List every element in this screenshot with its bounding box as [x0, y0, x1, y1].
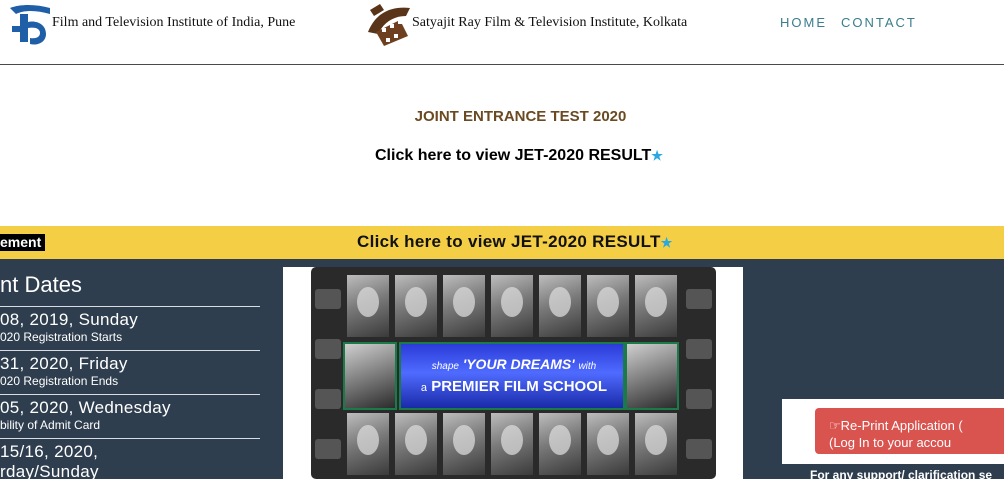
date-value-cont: rday/Sunday	[0, 462, 99, 479]
date-value: 05, 2020, Wednesday	[0, 398, 171, 417]
nav-contact-link[interactable]: CONTACT	[841, 15, 917, 30]
jet-result-link-text: Click here to view JET-2020 RESULT	[375, 147, 652, 164]
portrait-photo	[491, 413, 533, 475]
date-value: 31, 2020, Friday	[0, 354, 128, 373]
reprint-application-button[interactable]: ☞Re-Print Application ( (Log In to your …	[815, 408, 1004, 454]
reprint-label-1: Re-Print Application (	[840, 417, 963, 433]
reprint-label-2: (Log In to your accou	[829, 434, 952, 450]
date-event: 020 Registration Starts	[0, 330, 123, 344]
star-icon: ★	[651, 148, 663, 163]
sprocket	[686, 389, 712, 409]
portrait-photo	[347, 275, 389, 337]
institute-name-srfti: Satyajit Ray Film & Television Institute…	[412, 15, 688, 30]
slogan-line-2: a PREMIER FILM SCHOOL	[420, 378, 608, 395]
sprocket	[686, 339, 712, 359]
date-value: 08, 2019, Sunday	[0, 310, 139, 329]
date-item: 05, 2020, Wednesday bility of Admit Card	[0, 394, 260, 432]
sprocket	[686, 439, 712, 459]
announcement-link-text: Click here to view JET-2020 RESULT	[357, 232, 661, 251]
portrait-photo	[491, 275, 533, 337]
date-event: bility of Admit Card	[0, 418, 101, 432]
sprocket	[315, 289, 341, 309]
sprocket	[315, 389, 341, 409]
announcement-tag: ement	[0, 234, 46, 251]
slogan-line-1: shape 'YOUR DREAMS' with	[431, 356, 597, 372]
portrait-photo	[343, 342, 397, 410]
institute-name-ftii: Film and Television Institute of India, …	[52, 15, 296, 30]
date-item: 31, 2020, Friday 020 Registration Ends	[0, 350, 260, 388]
date-item: 08, 2019, Sunday 020 Registration Starts	[0, 306, 260, 344]
portrait-photo	[395, 275, 437, 337]
important-dates-title: nt Dates	[0, 272, 82, 297]
portrait-photo	[625, 342, 679, 410]
portrait-photo	[635, 275, 677, 337]
portrait-photo	[635, 413, 677, 475]
sprocket	[686, 289, 712, 309]
nav-home-link[interactable]: HOME	[780, 15, 827, 30]
announcement-result-link[interactable]: Click here to view JET-2020 RESULT★	[357, 232, 673, 252]
date-value: 15/16, 2020,	[0, 442, 99, 461]
star-icon: ★	[660, 235, 673, 250]
portrait-photo	[443, 413, 485, 475]
portrait-photo	[347, 413, 389, 475]
hand-pointer-icon: ☞	[829, 417, 841, 433]
date-item: 15/16, 2020, rday/Sunday	[0, 438, 260, 479]
site-header: Film and Television Institute of India, …	[0, 0, 1004, 65]
portrait-photo	[587, 413, 629, 475]
portrait-photo	[443, 275, 485, 337]
announcement-bar: ement Click here to view JET-2020 RESULT…	[0, 226, 1004, 259]
film-strip-banner: shape 'YOUR DREAMS' with a PREMIER FILM …	[311, 267, 716, 479]
jet-title: JOINT ENTRANCE TEST 2020	[414, 108, 627, 125]
page: Film and Television Institute of India, …	[0, 0, 1004, 479]
srfti-logo-icon[interactable]	[366, 2, 414, 48]
portrait-photo	[539, 413, 581, 475]
sprocket	[315, 439, 341, 459]
sprocket	[315, 339, 341, 359]
jet-result-link[interactable]: Click here to view JET-2020 RESULT★	[375, 147, 663, 165]
portrait-photo	[539, 275, 581, 337]
banner-slogan: shape 'YOUR DREAMS' with a PREMIER FILM …	[399, 342, 625, 410]
portrait-photo	[587, 275, 629, 337]
portrait-photo	[395, 413, 437, 475]
support-text: For any support/ clarification se	[810, 468, 993, 479]
date-event: 020 Registration Ends	[0, 374, 119, 388]
ftii-logo-icon[interactable]	[6, 2, 56, 48]
